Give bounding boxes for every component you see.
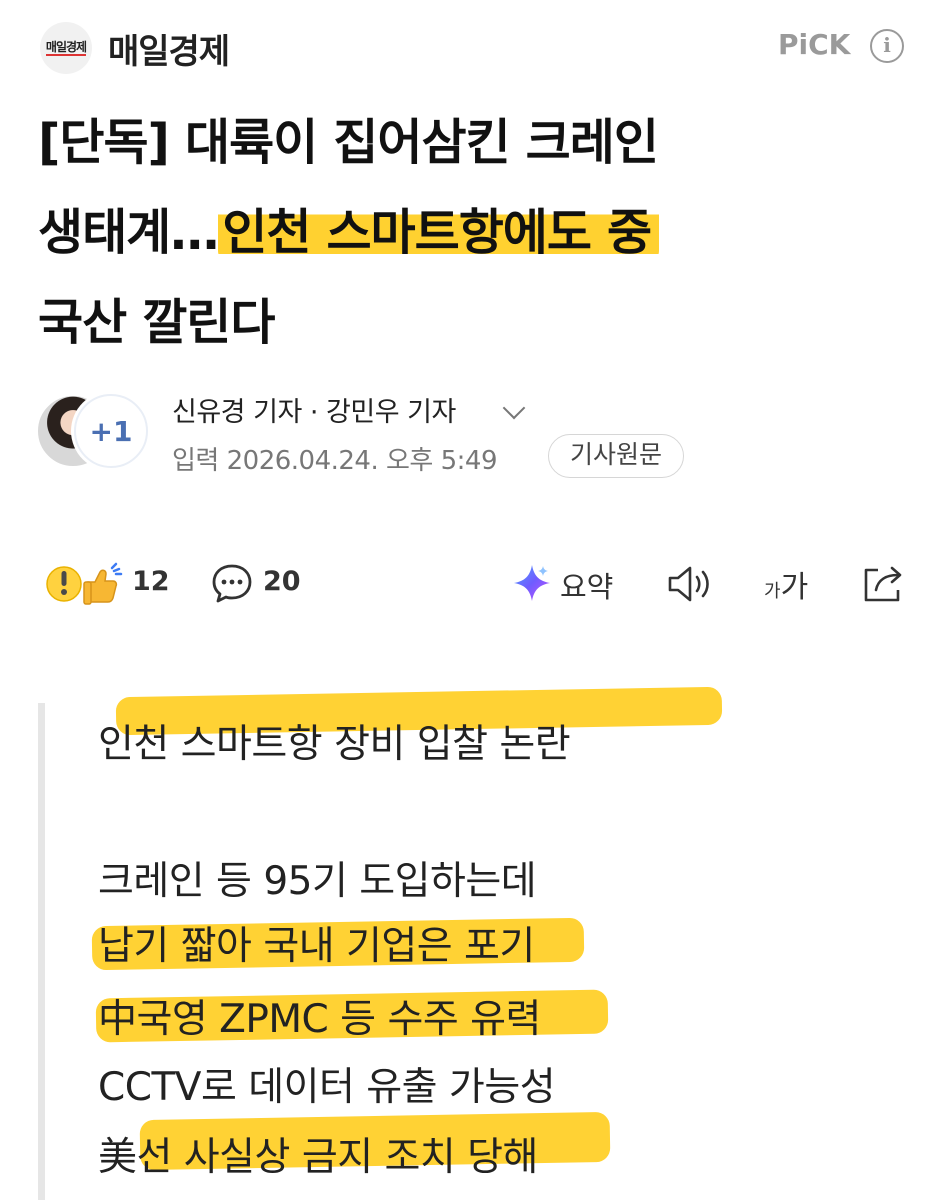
original-article-button[interactable]: 기사원문 (548, 434, 684, 478)
press-logo-text: 매일경제 (45, 40, 87, 56)
headline-line-2-plain: 생태계… (38, 204, 219, 261)
ai-summary-icon[interactable] (512, 563, 552, 603)
speaker-icon[interactable] (666, 563, 716, 605)
reaction-icon[interactable] (44, 560, 124, 608)
body-line-1: 인천 스마트항 장비 입찰 논란 (98, 722, 571, 767)
body-line-2: 크레인 등 95기 도입하는데 (98, 859, 537, 904)
body-line-3: 납기 짧아 국내 기업은 포기 (98, 924, 535, 969)
published-date: 입력 2026.04.24. 오후 5:49 (172, 446, 498, 476)
comment-count: 20 (263, 566, 301, 597)
comment-icon[interactable] (211, 562, 253, 604)
share-icon[interactable] (860, 562, 906, 604)
pick-badge: PiCK (778, 28, 851, 61)
headline-highlight: 인천 스마트항에도 중 (218, 204, 660, 261)
headline-line-1: [단독] 대륙이 집어삼킨 크레인 (38, 114, 659, 171)
font-size-large-glyph: 가 (780, 570, 809, 605)
info-icon[interactable]: i (870, 29, 904, 63)
quote-bar (38, 703, 45, 1200)
chevron-down-icon[interactable] (502, 396, 526, 420)
more-reporters-avatar[interactable]: +1 (74, 394, 148, 468)
headline-line-2: 생태계…인천 스마트항에도 중 (38, 203, 908, 263)
headline-line-3: 국산 깔린다 (38, 294, 275, 351)
press-logo[interactable]: 매일경제 (40, 22, 92, 74)
reaction-count: 12 (132, 566, 170, 597)
body-line-6: 美선 사실상 금지 조치 당해 (98, 1135, 538, 1180)
press-name[interactable]: 매일경제 (108, 24, 230, 73)
body-line-4: 中국영 ZPMC 등 수주 유력 (98, 997, 541, 1042)
font-size-small-glyph: 가 (764, 581, 781, 602)
body-line-5: CCTV로 데이터 유출 가능성 (98, 1065, 556, 1110)
summary-button[interactable]: 요약 (560, 564, 613, 606)
font-size-button[interactable]: 가가 (764, 562, 808, 606)
reporter-names[interactable]: 신유경 기자 · 강민우 기자 (172, 390, 456, 429)
